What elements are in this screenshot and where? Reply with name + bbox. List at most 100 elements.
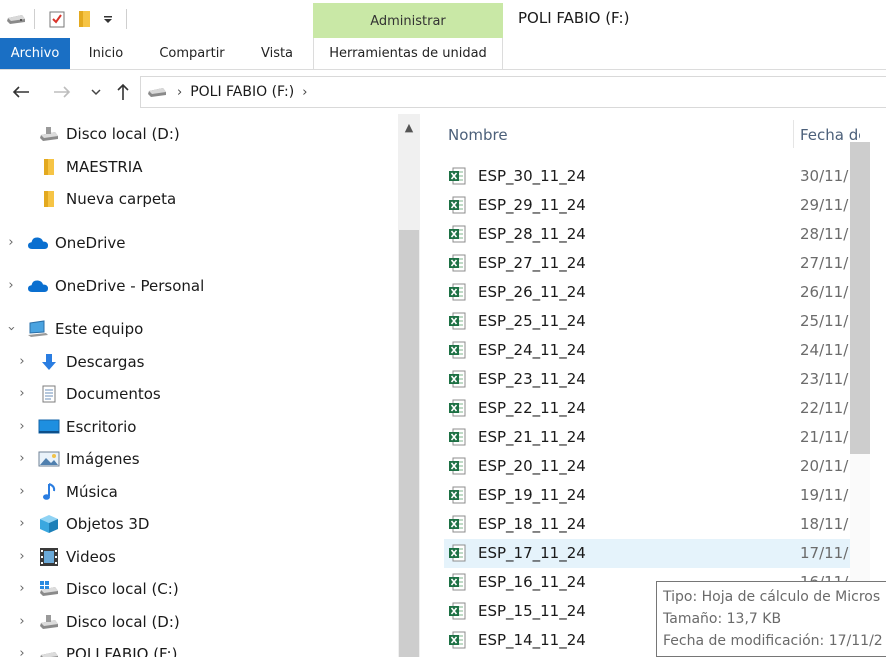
file-row[interactable]: ESP_19_11_24 19/11/ xyxy=(444,481,852,510)
nav-item-maestria[interactable]: MAESTRIA xyxy=(38,152,142,182)
nav-item-label: Escritorio xyxy=(66,418,137,436)
file-name: ESP_24_11_24 xyxy=(478,341,586,359)
excel-file-icon xyxy=(448,631,466,649)
chevron-right-icon[interactable]: › xyxy=(15,646,29,657)
file-date: 22/11/ xyxy=(800,399,849,417)
nav-item-poli-fabio[interactable]: POLI FABIO (F:) xyxy=(38,639,177,657)
arrow-left-icon[interactable] xyxy=(9,80,33,104)
file-date: 21/11/ xyxy=(800,428,849,446)
file-row[interactable]: ESP_28_11_24 28/11/ xyxy=(444,220,852,249)
nav-item-escritorio[interactable]: Escritorio xyxy=(38,412,136,442)
downloads-arrow-icon xyxy=(38,352,60,372)
nav-item-label: Descargas xyxy=(66,353,145,371)
file-name: ESP_23_11_24 xyxy=(478,370,586,388)
tab-archivo[interactable]: Archivo xyxy=(0,38,70,69)
nav-item-label: Este equipo xyxy=(55,320,144,338)
file-row[interactable]: ESP_22_11_24 22/11/ xyxy=(444,394,852,423)
file-name: ESP_26_11_24 xyxy=(478,283,586,301)
nav-item-disco-local-d[interactable]: Disco local (D:) xyxy=(38,119,180,149)
nav-item-label: OneDrive - Personal xyxy=(55,277,205,295)
chevron-right-icon[interactable]: › xyxy=(15,451,29,466)
quick-access-separator xyxy=(34,9,35,29)
file-row[interactable]: ESP_27_11_24 27/11/ xyxy=(444,249,852,278)
file-name: ESP_20_11_24 xyxy=(478,457,586,475)
nav-item-label: Música xyxy=(66,483,118,501)
nav-item-videos[interactable]: Videos xyxy=(38,542,116,572)
column-header-nombre[interactable]: Nombre xyxy=(448,114,508,154)
breadcrumb-poli-fabio[interactable]: POLI FABIO (F:) xyxy=(190,84,294,100)
chevron-down-icon[interactable] xyxy=(84,80,108,104)
windows-drive-icon xyxy=(38,579,60,599)
context-group-administrar: Administrar xyxy=(313,3,503,38)
file-list-scrollbar[interactable] xyxy=(850,142,870,657)
chevron-down-icon[interactable]: › xyxy=(4,322,19,336)
file-row[interactable]: ESP_30_11_24 30/11/ xyxy=(444,162,852,191)
nav-item-onedrive-personal[interactable]: OneDrive - Personal xyxy=(27,271,204,301)
nav-item-objetos-3d[interactable]: Objetos 3D xyxy=(38,509,149,539)
file-row[interactable]: ESP_20_11_24 20/11/ xyxy=(444,452,852,481)
chevron-right-icon[interactable]: › xyxy=(15,386,29,401)
folder-icon[interactable] xyxy=(74,9,96,29)
nav-item-descargas[interactable]: Descargas xyxy=(38,347,144,377)
chevron-right-icon[interactable]: › xyxy=(15,484,29,499)
nav-item-label: Nueva carpeta xyxy=(66,190,177,208)
chevron-right-icon[interactable]: › xyxy=(177,85,182,100)
arrow-right-icon[interactable] xyxy=(50,80,74,104)
excel-file-icon xyxy=(448,486,466,504)
tooltip-size: Tamaño: 13,7 KB xyxy=(663,611,782,627)
drive-icon[interactable] xyxy=(4,9,28,29)
file-row[interactable]: ESP_18_11_24 18/11/ xyxy=(444,510,852,539)
file-date: 20/11/ xyxy=(800,457,849,475)
excel-file-icon xyxy=(448,399,466,417)
nav-item-musica[interactable]: Música xyxy=(38,477,118,507)
file-row[interactable]: ESP_17_11_24 17/11/ xyxy=(444,539,852,568)
chevron-right-icon[interactable]: › xyxy=(4,278,18,293)
tab-vista[interactable]: Vista xyxy=(246,38,308,69)
file-row[interactable]: ESP_24_11_24 24/11/ xyxy=(444,336,852,365)
file-name: ESP_14_11_24 xyxy=(478,631,586,649)
customize-dropdown-icon[interactable] xyxy=(100,9,116,29)
file-list-scrollbar-thumb[interactable] xyxy=(850,142,870,454)
tab-compartir[interactable]: Compartir xyxy=(146,38,238,69)
excel-file-icon xyxy=(448,602,466,620)
file-name: ESP_28_11_24 xyxy=(478,225,586,243)
chevron-right-icon[interactable]: › xyxy=(15,549,29,564)
navigation-scrollbar[interactable]: ▲ xyxy=(398,114,420,657)
column-divider[interactable] xyxy=(793,120,794,148)
nav-item-onedrive[interactable]: OneDrive xyxy=(27,228,126,258)
window-title: POLI FABIO (F:) xyxy=(518,9,630,27)
nav-item-este-equipo[interactable]: Este equipo xyxy=(27,314,143,344)
excel-file-icon xyxy=(448,544,466,562)
arrow-up-icon[interactable] xyxy=(111,80,135,104)
scroll-up-icon[interactable]: ▲ xyxy=(398,118,420,138)
address-bar[interactable]: › POLI FABIO (F:) › xyxy=(140,76,886,108)
navigation-row: › POLI FABIO (F:) › xyxy=(0,72,886,112)
file-row[interactable]: ESP_23_11_24 23/11/ xyxy=(444,365,852,394)
navigation-scrollbar-thumb[interactable] xyxy=(399,230,419,657)
chevron-right-icon[interactable]: › xyxy=(302,85,307,100)
chevron-right-icon[interactable]: › xyxy=(15,419,29,434)
cube-3d-icon xyxy=(38,514,60,534)
chevron-right-icon[interactable]: › xyxy=(4,235,18,250)
usb-drive-icon xyxy=(38,124,60,144)
nav-item-documentos[interactable]: Documentos xyxy=(38,379,161,409)
chevron-right-icon[interactable]: › xyxy=(15,581,29,596)
file-row[interactable]: ESP_21_11_24 21/11/ xyxy=(444,423,852,452)
tab-inicio[interactable]: Inicio xyxy=(72,38,140,69)
usb-drive-icon xyxy=(38,612,60,632)
file-row[interactable]: ESP_25_11_24 25/11/ xyxy=(444,307,852,336)
properties-checkmark-icon[interactable] xyxy=(46,9,68,29)
computer-icon xyxy=(27,319,49,339)
file-row[interactable]: ESP_26_11_24 26/11/ xyxy=(444,278,852,307)
excel-file-icon xyxy=(448,312,466,330)
nav-item-nueva-carpeta[interactable]: Nueva carpeta xyxy=(38,184,176,214)
file-name: ESP_25_11_24 xyxy=(478,312,586,330)
nav-item-disco-local-c[interactable]: Disco local (C:) xyxy=(38,574,179,604)
chevron-right-icon[interactable]: › xyxy=(15,614,29,629)
nav-item-disco-local-d-2[interactable]: Disco local (D:) xyxy=(38,607,180,637)
file-row[interactable]: ESP_29_11_24 29/11/ xyxy=(444,191,852,220)
chevron-right-icon[interactable]: › xyxy=(15,516,29,531)
chevron-right-icon[interactable]: › xyxy=(15,354,29,369)
nav-item-imagenes[interactable]: Imágenes xyxy=(38,444,140,474)
tab-herramientas-de-unidad[interactable]: Herramientas de unidad xyxy=(313,38,503,69)
